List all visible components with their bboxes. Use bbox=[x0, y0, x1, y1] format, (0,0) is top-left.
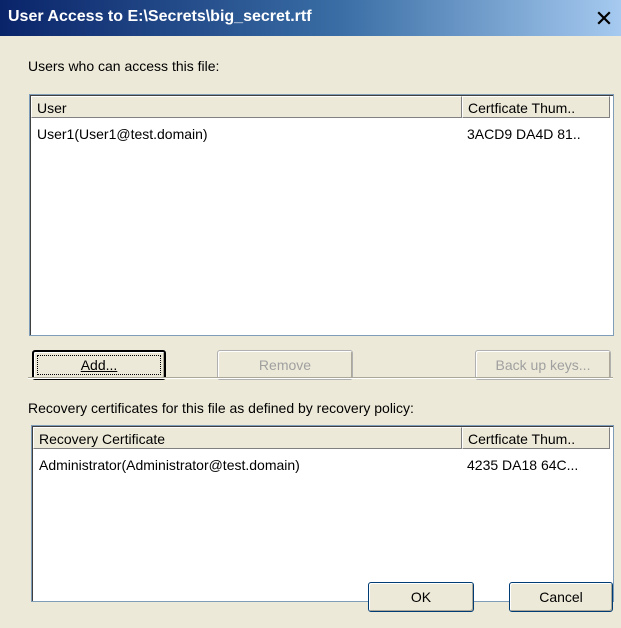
dialog-body: Users who can access this file: User Cer… bbox=[0, 36, 621, 628]
user-row[interactable]: User1(User1@test.domain) 3ACD9 DA4D 81.. bbox=[31, 123, 612, 145]
recovery-row[interactable]: Administrator(Administrator@test.domain)… bbox=[33, 454, 612, 476]
column-header-thumbprint[interactable]: Certficate Thum.. bbox=[462, 96, 610, 118]
users-section-label: Users who can access this file: bbox=[28, 58, 220, 74]
ok-button[interactable]: OK bbox=[368, 582, 474, 612]
recovery-certificate-cell: Administrator(Administrator@test.domain) bbox=[39, 457, 300, 473]
recovery-certificates-list[interactable]: Recovery Certificate Certficate Thum.. A… bbox=[31, 425, 614, 602]
recovery-section-label: Recovery certificates for this file as d… bbox=[28, 400, 414, 416]
user-name-cell: User1(User1@test.domain) bbox=[37, 126, 208, 142]
dialog-title: User Access to E:\Secrets\big_secret.rtf bbox=[8, 8, 312, 25]
column-header-user[interactable]: User bbox=[31, 96, 462, 118]
column-header-recovery-thumbprint[interactable]: Certficate Thum.. bbox=[462, 427, 610, 449]
title-bar[interactable]: User Access to E:\Secrets\big_secret.rtf bbox=[0, 0, 621, 36]
users-list-header: User Certficate Thum.. bbox=[31, 96, 612, 120]
back-up-keys-button[interactable]: Back up keys... bbox=[475, 350, 611, 380]
cancel-button-label: Cancel bbox=[539, 589, 583, 605]
remove-button-label: Remove bbox=[258, 357, 312, 373]
close-button[interactable] bbox=[593, 7, 615, 29]
column-header-recovery-certificate[interactable]: Recovery Certificate bbox=[33, 427, 462, 449]
remove-button[interactable]: Remove bbox=[217, 350, 353, 380]
cancel-button[interactable]: Cancel bbox=[509, 582, 613, 612]
add-button[interactable]: Add... bbox=[32, 350, 166, 380]
close-icon bbox=[597, 11, 611, 25]
user-access-dialog: User Access to E:\Secrets\big_secret.rtf… bbox=[0, 0, 621, 628]
users-list[interactable]: User Certficate Thum.. User1(User1@test.… bbox=[29, 94, 614, 336]
focus-ring bbox=[37, 355, 161, 375]
recovery-list-header: Recovery Certificate Certficate Thum.. bbox=[33, 427, 612, 451]
recovery-thumbprint-cell: 4235 DA18 64C... bbox=[467, 457, 579, 473]
ok-button-label: OK bbox=[410, 589, 432, 605]
separator bbox=[28, 377, 613, 379]
user-thumbprint-cell: 3ACD9 DA4D 81.. bbox=[467, 126, 581, 142]
back-up-keys-button-label: Back up keys... bbox=[495, 357, 591, 373]
